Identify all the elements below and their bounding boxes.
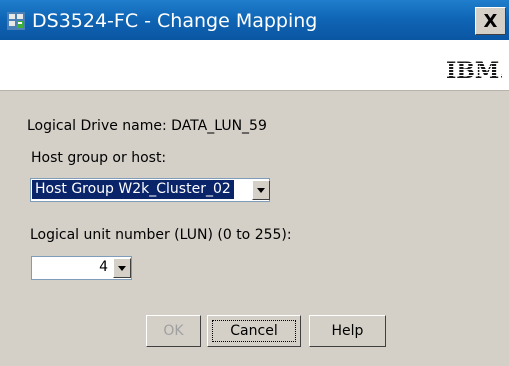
lun-selected-value: 4 — [99, 259, 108, 275]
window-title: DS3524-FC - Change Mapping — [32, 10, 318, 32]
host-group-selected-value: Host Group W2k_Cluster_02 — [32, 180, 234, 199]
focus-ring — [212, 320, 296, 342]
ibm-logo: IBM. — [446, 58, 502, 82]
change-mapping-dialog: DS3524-FC - Change Mapping X IBM. Logica… — [0, 0, 509, 366]
chevron-down-icon[interactable] — [113, 258, 131, 278]
chevron-down-icon[interactable] — [252, 180, 270, 200]
banner — [0, 40, 509, 91]
ibm-logo-text: IBM. — [446, 58, 502, 82]
lun-label: Logical unit number (LUN) (0 to 255): — [30, 227, 292, 243]
cancel-button[interactable]: Cancel — [207, 315, 301, 347]
logical-drive-name-label: Logical Drive name: DATA_LUN_59 — [27, 118, 267, 134]
host-group-label: Host group or host: — [31, 150, 167, 166]
title-bar[interactable]: DS3524-FC - Change Mapping X — [0, 0, 509, 40]
lun-select[interactable]: 4 — [31, 256, 132, 280]
host-group-select[interactable]: Host Group W2k_Cluster_02 — [30, 178, 270, 202]
close-icon: X — [483, 11, 498, 32]
help-button[interactable]: Help — [309, 315, 386, 347]
close-button[interactable]: X — [475, 7, 506, 35]
ok-button[interactable]: OK — [146, 315, 201, 347]
storage-manager-icon — [7, 12, 25, 30]
